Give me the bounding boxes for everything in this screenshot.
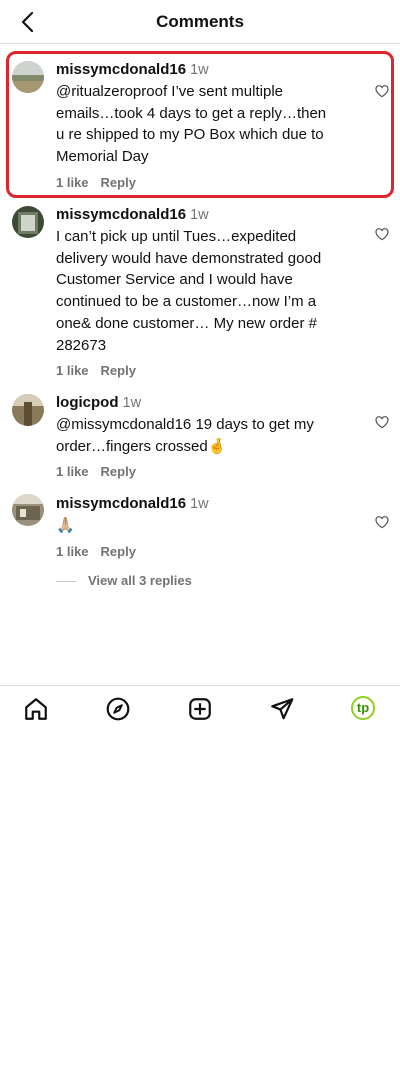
comment-body: logicpod 1w @missymcdonald16 19 days to g…	[56, 393, 336, 479]
comment-time: 1w	[190, 496, 209, 512]
avatar[interactable]	[12, 494, 44, 526]
comment-text: @missymcdonald16 19 days to get my order…	[56, 416, 314, 455]
reply-button[interactable]: Reply	[101, 464, 136, 479]
like-count[interactable]: 1 like	[56, 544, 89, 559]
comment-username[interactable]: logicpod	[56, 394, 119, 411]
comment-username[interactable]: missymcdonald16	[56, 495, 186, 512]
comment-time: 1w	[122, 395, 142, 411]
avatar[interactable]	[12, 61, 44, 93]
reply-button[interactable]: Reply	[101, 544, 136, 559]
comment-username[interactable]: missymcdonald16	[56, 61, 186, 78]
view-replies-label: View all 3 replies	[88, 573, 192, 588]
page-title: Comments	[156, 12, 244, 31]
header-bar: Comments	[0, 0, 400, 44]
heart-icon[interactable]	[374, 226, 390, 242]
profile-avatar[interactable]: tp	[351, 696, 375, 720]
explore-compass-icon[interactable]	[105, 696, 131, 722]
comment-time: 1w	[190, 62, 209, 78]
like-count[interactable]: 1 like	[56, 175, 89, 190]
comment-text: @ritualzeroproof I’ve sent multiple emai…	[56, 83, 327, 166]
reply-button[interactable]: Reply	[101, 175, 136, 190]
comment-body: missymcdonald16 1w 🙏🏼 1 like Reply	[56, 494, 336, 559]
new-post-plus-icon[interactable]	[187, 696, 213, 722]
heart-icon[interactable]	[374, 514, 390, 530]
avatar[interactable]	[12, 206, 44, 238]
view-replies-link[interactable]: View all 3 replies	[56, 573, 192, 588]
comment-text: 🙏🏼	[56, 517, 75, 534]
home-icon[interactable]	[23, 696, 49, 722]
comment-username[interactable]: missymcdonald16	[56, 206, 186, 223]
like-count[interactable]: 1 like	[56, 363, 89, 378]
heart-icon[interactable]	[374, 83, 390, 99]
comment-body: missymcdonald16 1w @ritualzeroproof I’ve …	[56, 60, 336, 190]
avatar[interactable]	[12, 394, 44, 426]
like-count[interactable]: 1 like	[56, 464, 89, 479]
reply-button[interactable]: Reply	[101, 363, 136, 378]
divider	[56, 581, 76, 583]
comment-text: I can’t pick up until Tues…expedited del…	[56, 228, 322, 354]
bottom-tab-bar: tp	[0, 685, 400, 733]
comment-time: 1w	[190, 207, 209, 223]
heart-icon[interactable]	[374, 414, 390, 430]
direct-message-icon[interactable]	[269, 696, 295, 722]
comment-body: missymcdonald16 1w I can’t pick up until …	[56, 205, 336, 378]
